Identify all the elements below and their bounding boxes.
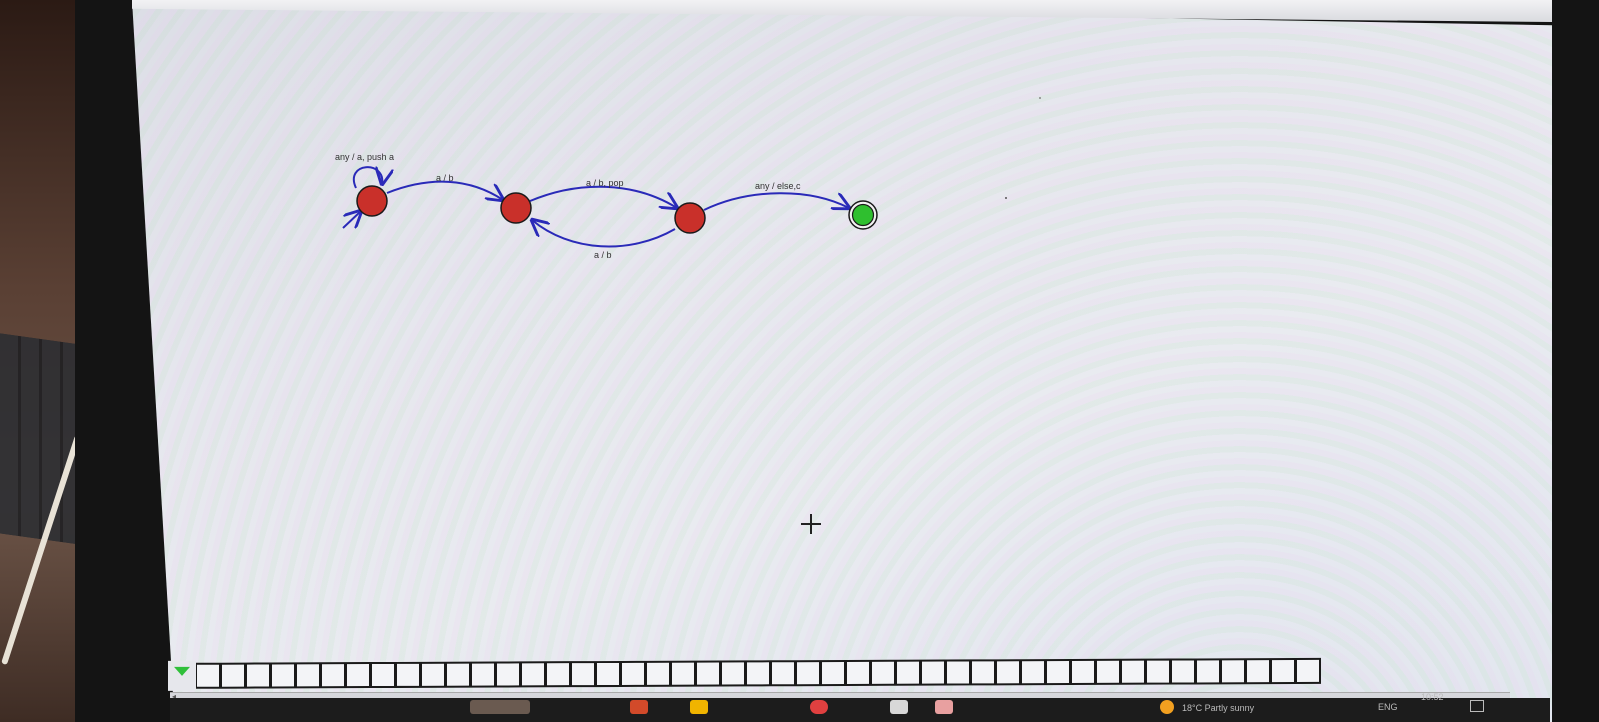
taskbar-folder-icon[interactable]	[690, 700, 708, 714]
tape-cell[interactable]	[246, 662, 271, 689]
tape-cell[interactable]	[746, 660, 771, 687]
tape-cell[interactable]	[646, 660, 671, 687]
tape-cell[interactable]	[571, 661, 596, 688]
tape-cell[interactable]	[196, 662, 221, 689]
taskbar-search-icon[interactable]	[470, 700, 530, 714]
tape-cell[interactable]	[421, 661, 446, 688]
input-tape[interactable]	[168, 655, 1513, 695]
tape-cell[interactable]	[471, 661, 496, 688]
tape-cell[interactable]	[371, 661, 396, 689]
transition-q0-q0[interactable]	[352, 166, 382, 189]
language-indicator[interactable]: ENG	[1378, 702, 1398, 712]
taskbar-app-icon[interactable]	[630, 700, 648, 714]
tape-cell[interactable]	[621, 660, 646, 687]
taskbar-app-icon-2[interactable]	[890, 700, 908, 714]
tape-cell[interactable]	[871, 659, 896, 686]
tape-cell[interactable]	[996, 659, 1021, 686]
weather-text[interactable]: 18°C Partly sunny	[1182, 703, 1254, 713]
tape-cell[interactable]	[1296, 657, 1321, 685]
transition-q1-q2[interactable]	[529, 185, 677, 208]
tape-cell[interactable]	[846, 659, 871, 686]
mouse-crosshair-cursor	[801, 514, 821, 534]
tape-cell[interactable]	[521, 661, 546, 688]
windows-taskbar: 18°C Partly sunny ENG 10:52	[170, 692, 1550, 722]
tape-cell[interactable]	[1046, 658, 1071, 686]
transition-q2-q3[interactable]	[703, 192, 849, 211]
taskbar-app-icon-3[interactable]	[935, 700, 953, 714]
clock-time[interactable]: 10:52	[1421, 692, 1444, 702]
tape-cell[interactable]	[971, 659, 996, 686]
tape-cell[interactable]	[221, 662, 246, 689]
tape-cell[interactable]	[771, 660, 796, 687]
tape-head[interactable]	[168, 660, 196, 691]
tape-cell[interactable]	[1221, 658, 1246, 685]
tape-cell[interactable]	[496, 661, 521, 688]
taskbar-chrome-icon[interactable]	[810, 700, 828, 714]
tape-head-icon	[174, 666, 190, 676]
notification-icon[interactable]	[1470, 700, 1484, 712]
transition-q2-q1[interactable]	[532, 220, 676, 248]
label-q1-q2: a / b, pop	[586, 178, 624, 188]
tape-cell[interactable]	[921, 659, 946, 686]
tape-cell[interactable]	[396, 661, 421, 688]
tape-cell[interactable]	[1121, 658, 1146, 685]
tape-cell[interactable]	[671, 660, 696, 687]
transition-q0-q1[interactable]	[386, 180, 503, 200]
tape-cell[interactable]	[721, 660, 746, 687]
label-q2-q3: any / else,c	[755, 181, 801, 191]
tape-cell[interactable]	[1096, 658, 1121, 685]
weather-icon[interactable]	[1160, 700, 1174, 714]
state-q1[interactable]	[500, 192, 532, 224]
tape-cell[interactable]	[271, 662, 296, 689]
tape-cell[interactable]	[346, 662, 371, 689]
tape-cell[interactable]	[546, 661, 571, 688]
state-q0[interactable]	[356, 185, 388, 217]
tape-cell[interactable]	[796, 660, 821, 687]
tape-cell[interactable]	[1146, 658, 1171, 685]
tape-cell[interactable]	[1271, 658, 1296, 685]
tape-cell[interactable]	[1071, 658, 1096, 685]
tape-cell[interactable]	[696, 660, 721, 687]
state-diagram[interactable]: any / a, push a a / b a / b, pop a / b a…	[0, 0, 1599, 722]
state-q2[interactable]	[674, 202, 706, 234]
tape-cell[interactable]	[821, 659, 846, 687]
tape-cell[interactable]	[1196, 658, 1221, 685]
label-q0-q1: a / b	[436, 173, 454, 183]
tape-cell[interactable]	[1171, 658, 1196, 685]
label-q2-q1: a / b	[594, 250, 612, 260]
tape-cell[interactable]	[946, 659, 971, 686]
tape-cell[interactable]	[296, 662, 321, 689]
initial-arrow	[342, 211, 361, 229]
automaton-canvas[interactable]: any / a, push a a / b a / b, pop a / b a…	[0, 0, 1599, 722]
state-q3[interactable]	[851, 203, 875, 227]
tape-cell[interactable]	[596, 660, 621, 688]
tape-cell[interactable]	[896, 659, 921, 686]
tape-cell[interactable]	[1021, 659, 1046, 686]
tape-cell[interactable]	[1246, 658, 1271, 685]
tape-cell[interactable]	[321, 662, 346, 689]
label-q0-q0: any / a, push a	[335, 152, 394, 162]
tape-cell[interactable]	[446, 661, 471, 688]
